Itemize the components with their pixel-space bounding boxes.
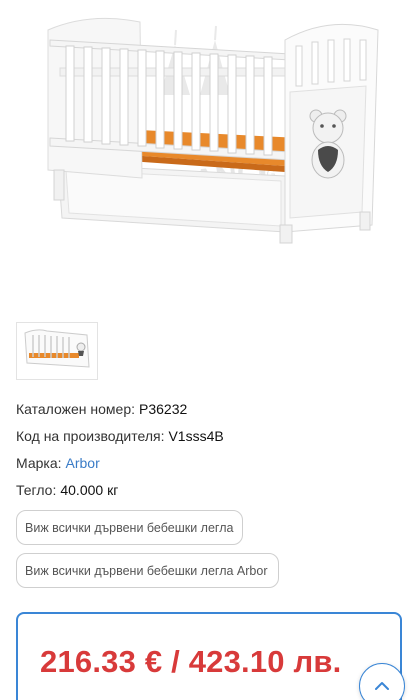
price-box: 216.33 € / 423.10 лв.: [16, 612, 402, 700]
spec-value: V1sss4B: [168, 428, 224, 444]
spec-label: Тегло:: [16, 482, 57, 498]
chevron-up-icon: [375, 682, 389, 690]
crib-illustration: PATILANCI .BG: [47, 17, 379, 244]
spec-value: P36232: [139, 401, 188, 417]
spec-weight: Тегло: 40.000 кг: [16, 477, 396, 504]
spec-label: Код на производителя:: [16, 428, 165, 444]
crib-thumbnail-icon: [24, 329, 90, 368]
spec-label: Марка:: [16, 455, 62, 471]
product-main-image[interactable]: PATILANCI .BG: [0, 0, 417, 300]
spec-value: 40.000 кг: [60, 482, 119, 498]
brand-link[interactable]: Arbor: [66, 455, 100, 471]
product-specs: Каталожен номер: P36232 Код на производит…: [16, 396, 396, 504]
product-thumbnail[interactable]: [16, 322, 98, 380]
spec-catalog-number: Каталожен номер: P36232: [16, 396, 396, 423]
spec-label: Каталожен номер:: [16, 401, 136, 417]
product-price: 216.33 € / 423.10 лв.: [40, 644, 342, 679]
all-wooden-cribs-button[interactable]: Виж всички дървени бебешки легла: [16, 510, 243, 545]
all-wooden-cribs-brand-button[interactable]: Виж всички дървени бебешки легла Arbor: [16, 553, 279, 588]
spec-brand: Марка: Arbor: [16, 450, 396, 477]
spec-manufacturer-code: Код на производителя: V1sss4B: [16, 423, 396, 450]
